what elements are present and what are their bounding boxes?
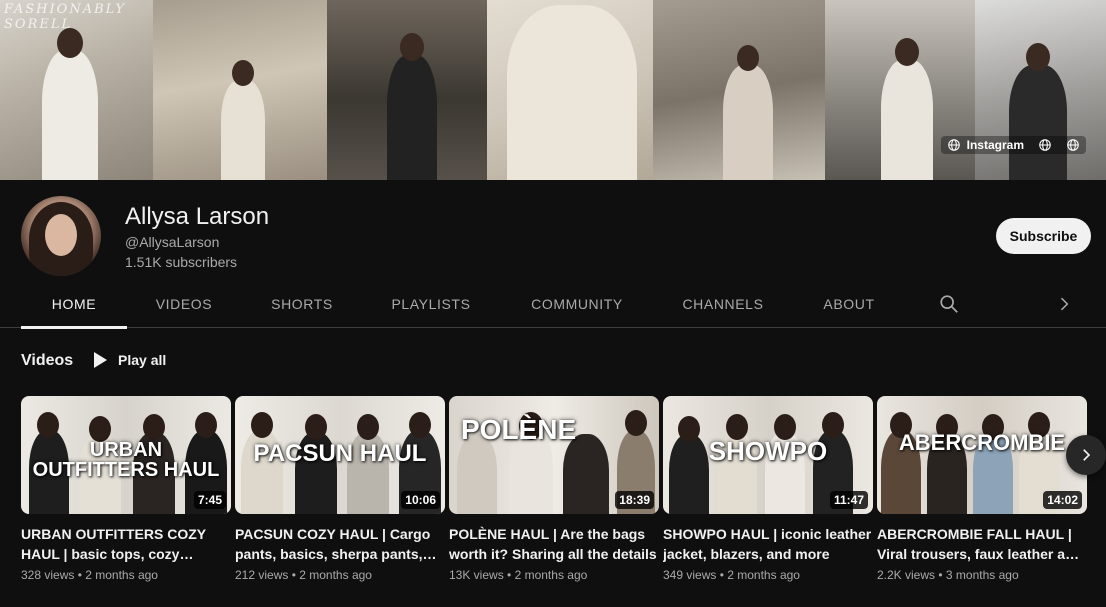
tab-channels[interactable]: CHANNELS (672, 284, 774, 328)
video-title[interactable]: PACSUN COZY HAUL | Cargo pants, basics, … (235, 524, 445, 564)
tab-home[interactable]: HOME (21, 284, 127, 329)
banner-photo (487, 0, 653, 180)
video-card[interactable]: URBAN OUTFITTERS HAUL 7:45 URBAN OUTFITT… (21, 396, 231, 582)
banner-figure (387, 33, 437, 180)
subscriber-count: 1.51K subscribers (125, 254, 238, 270)
video-age: 2 months ago (727, 568, 800, 582)
video-views: 328 views (21, 568, 75, 582)
banner-link-2[interactable] (1038, 138, 1052, 152)
thumbnail-text: PACSUN HAUL (253, 440, 427, 467)
video-age: 2 months ago (514, 568, 588, 582)
thumb-figure-head (822, 412, 844, 438)
video-thumbnail[interactable]: ABERCROMBIE 14:02 (877, 396, 1087, 514)
thumb-figure-head (37, 412, 59, 438)
video-meta: 349 views • 2 months ago (663, 568, 800, 582)
video-thumbnail[interactable]: SHOWPO 11:47 (663, 396, 873, 514)
channel-banner: FASHIONABLY SORELL Instagram (0, 0, 1106, 180)
thumb-figure-head (143, 414, 165, 440)
play-all-button[interactable]: Play all (92, 351, 166, 369)
thumb-figure-head (409, 412, 431, 438)
banner-photo (153, 0, 327, 180)
video-views: 2.2K views (877, 568, 936, 582)
video-title[interactable]: POLÈNE HAUL | Are the bags worth it? Sha… (449, 524, 659, 564)
banner-link-instagram[interactable]: Instagram (947, 138, 1024, 152)
thumbnail-text: POLÈNE (461, 414, 577, 445)
section-title: Videos (21, 352, 74, 369)
thumb-figure-head (357, 414, 379, 440)
video-views: 212 views (235, 568, 289, 582)
thumbnail-text: ABERCROMBIE (898, 430, 1066, 455)
banner-photo: FASHIONABLY SORELL (0, 0, 153, 180)
banner-links: Instagram (940, 136, 1086, 154)
globe-icon (1039, 139, 1051, 151)
video-duration: 10:06 (401, 491, 440, 509)
play-all-label: Play all (118, 352, 167, 368)
video-title[interactable]: ABERCROMBIE FALL HAUL | Viral trousers, … (877, 524, 1087, 564)
video-thumbnail[interactable]: URBAN OUTFITTERS HAUL 7:45 (21, 396, 231, 514)
tab-community[interactable]: COMMUNITY (519, 284, 635, 328)
video-age: 3 months ago (945, 568, 1019, 582)
play-icon (94, 352, 107, 368)
video-views: 349 views (663, 568, 717, 582)
thumbnail-text: URBAN OUTFITTERS HAUL (32, 439, 220, 481)
video-thumbnail[interactable]: POLÈNE 18:39 (449, 396, 659, 514)
thumb-figure-head (305, 414, 327, 440)
video-duration: 11:47 (829, 491, 868, 509)
globe-icon (1067, 139, 1079, 151)
thumbnail-text: SHOWPO (708, 436, 828, 466)
video-duration: 14:02 (1043, 491, 1082, 509)
banner-link-label: Instagram (966, 138, 1024, 152)
banner-link-3[interactable] (1066, 138, 1080, 152)
video-meta: 2.2K views • 3 months ago (877, 568, 1019, 582)
chevron-right-icon (1083, 449, 1091, 461)
subscribe-button[interactable]: Subscribe (996, 218, 1091, 254)
banner-figure (507, 5, 637, 180)
thumb-figure-head (251, 412, 273, 438)
video-title[interactable]: URBAN OUTFITTERS COZY HAUL | basic tops,… (21, 524, 231, 564)
tab-playlists[interactable]: PLAYLISTS (383, 284, 479, 328)
channel-avatar[interactable] (21, 196, 101, 276)
video-age: 2 months ago (299, 568, 372, 582)
video-title[interactable]: SHOWPO HAUL | iconic leather jacket, bla… (663, 524, 873, 564)
tab-videos[interactable]: VIDEOS (145, 284, 223, 328)
video-duration: 7:45 (193, 491, 226, 509)
banner-figure (1009, 43, 1067, 180)
banner-photo (327, 0, 487, 180)
banner-figure (221, 60, 265, 180)
video-age: 2 months ago (85, 568, 158, 582)
video-meta: 212 views • 2 months ago (235, 568, 372, 582)
channel-handle: @AllysaLarson (125, 234, 220, 250)
banner-figure (881, 38, 933, 180)
video-meta: 328 views • 2 months ago (21, 568, 158, 582)
avatar-face (45, 214, 77, 256)
banner-figure (42, 28, 98, 180)
video-card[interactable]: SHOWPO 11:47 SHOWPO HAUL | iconic leathe… (663, 396, 873, 582)
banner-overlay-text: FASHIONABLY SORELL (4, 2, 127, 32)
tab-shorts[interactable]: SHORTS (262, 284, 342, 328)
tab-about[interactable]: ABOUT (814, 284, 884, 328)
banner-figure (723, 45, 773, 180)
video-views: 13K views (449, 568, 504, 582)
video-duration: 18:39 (615, 491, 654, 509)
carousel-next-button[interactable] (1066, 435, 1106, 475)
video-meta: 13K views • 2 months ago (449, 568, 588, 582)
channel-name: Allysa Larson (125, 203, 270, 230)
video-card[interactable]: PACSUN HAUL 10:06 PACSUN COZY HAUL | Car… (235, 396, 445, 582)
globe-icon (947, 139, 960, 151)
chevron-right-icon[interactable] (1054, 294, 1074, 314)
video-card[interactable]: ABERCROMBIE 14:02 ABERCROMBIE FALL HAUL … (877, 396, 1087, 582)
video-card[interactable]: POLÈNE 18:39 POLÈNE HAUL | Are the bags … (449, 396, 659, 582)
thumb-figure (563, 434, 609, 514)
video-thumbnail[interactable]: PACSUN HAUL 10:06 (235, 396, 445, 514)
thumb-figure-head (195, 412, 217, 438)
banner-photo (653, 0, 825, 180)
thumb-figure (457, 434, 497, 514)
search-icon[interactable] (938, 293, 960, 315)
